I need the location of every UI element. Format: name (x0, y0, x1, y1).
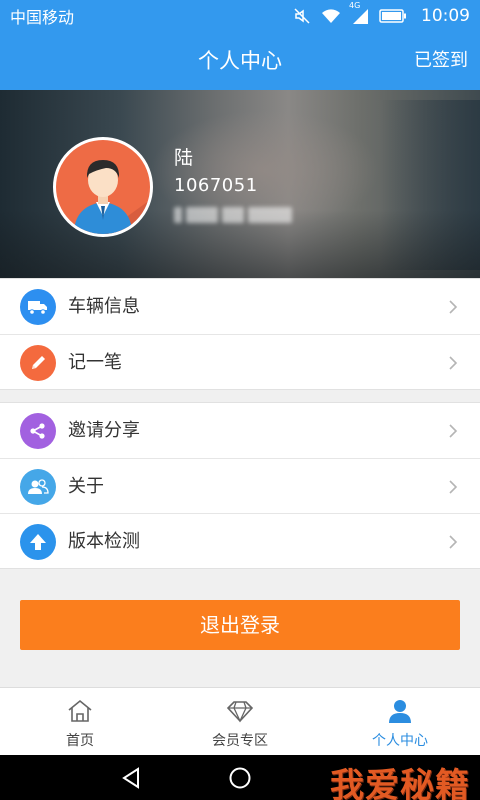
logout-button[interactable]: 退出登录 (20, 600, 460, 650)
user-name: 陆 (174, 147, 194, 169)
profile-banner: 陆 1067051 (0, 90, 480, 278)
system-navigation-bar: 我爱秘籍 (0, 755, 480, 800)
home-icon (66, 698, 94, 724)
menu-group-general: 邀请分享 关于 版本检测 (0, 402, 480, 569)
menu-item-invite-share[interactable]: 邀请分享 (0, 403, 480, 458)
tab-member-zone[interactable]: 会员专区 (160, 688, 320, 755)
clock-label: 10:09 (421, 6, 470, 26)
menu-item-version-check[interactable]: 版本检测 (0, 513, 480, 568)
mute-icon (293, 7, 311, 25)
menu-label: 记一笔 (68, 352, 122, 373)
chevron-right-icon (449, 300, 458, 314)
truck-icon (20, 289, 56, 325)
upload-arrow-icon (20, 524, 56, 560)
wifi-icon (321, 8, 341, 24)
masked-phone-number (174, 207, 294, 223)
avatar[interactable] (53, 137, 153, 237)
page-title: 个人中心 (198, 49, 282, 73)
menu-label: 版本检测 (68, 531, 140, 552)
menu-group-vehicle: 车辆信息 记一笔 (0, 278, 480, 390)
status-bar: 中国移动 4G 10:09 (0, 0, 480, 32)
share-icon (20, 413, 56, 449)
diamond-icon (226, 698, 254, 724)
back-icon[interactable] (120, 766, 144, 790)
menu-item-note[interactable]: 记一笔 (0, 334, 480, 389)
nav-bar: 个人中心 已签到 (0, 32, 480, 90)
chevron-right-icon (449, 356, 458, 370)
users-icon (20, 469, 56, 505)
tab-label: 会员专区 (212, 733, 268, 749)
carrier-label: 中国移动 (10, 8, 75, 27)
chevron-right-icon (449, 424, 458, 438)
tab-profile[interactable]: 个人中心 (320, 688, 480, 755)
network-type-label: 4G (349, 1, 361, 10)
tab-home[interactable]: 首页 (0, 688, 160, 755)
menu-label: 邀请分享 (68, 420, 140, 441)
home-circle-icon[interactable] (228, 766, 252, 790)
pencil-icon (20, 345, 56, 381)
tab-label: 首页 (66, 733, 94, 749)
chevron-right-icon (449, 480, 458, 494)
menu-item-vehicle-info[interactable]: 车辆信息 (0, 279, 480, 334)
user-id: 1067051 (174, 175, 258, 196)
signed-in-button[interactable]: 已签到 (414, 32, 468, 90)
menu-item-about[interactable]: 关于 (0, 458, 480, 513)
status-icons: 4G 10:09 (293, 1, 470, 26)
signal-icon: 4G (349, 1, 369, 24)
battery-icon (379, 9, 407, 23)
chevron-right-icon (449, 535, 458, 549)
menu-label: 车辆信息 (68, 296, 140, 317)
person-icon (386, 698, 414, 724)
tab-label: 个人中心 (372, 733, 428, 749)
bottom-tab-bar: 首页 会员专区 个人中心 (0, 687, 480, 755)
watermark-logo: 我爱秘籍 (330, 766, 470, 800)
menu-label: 关于 (68, 476, 104, 497)
